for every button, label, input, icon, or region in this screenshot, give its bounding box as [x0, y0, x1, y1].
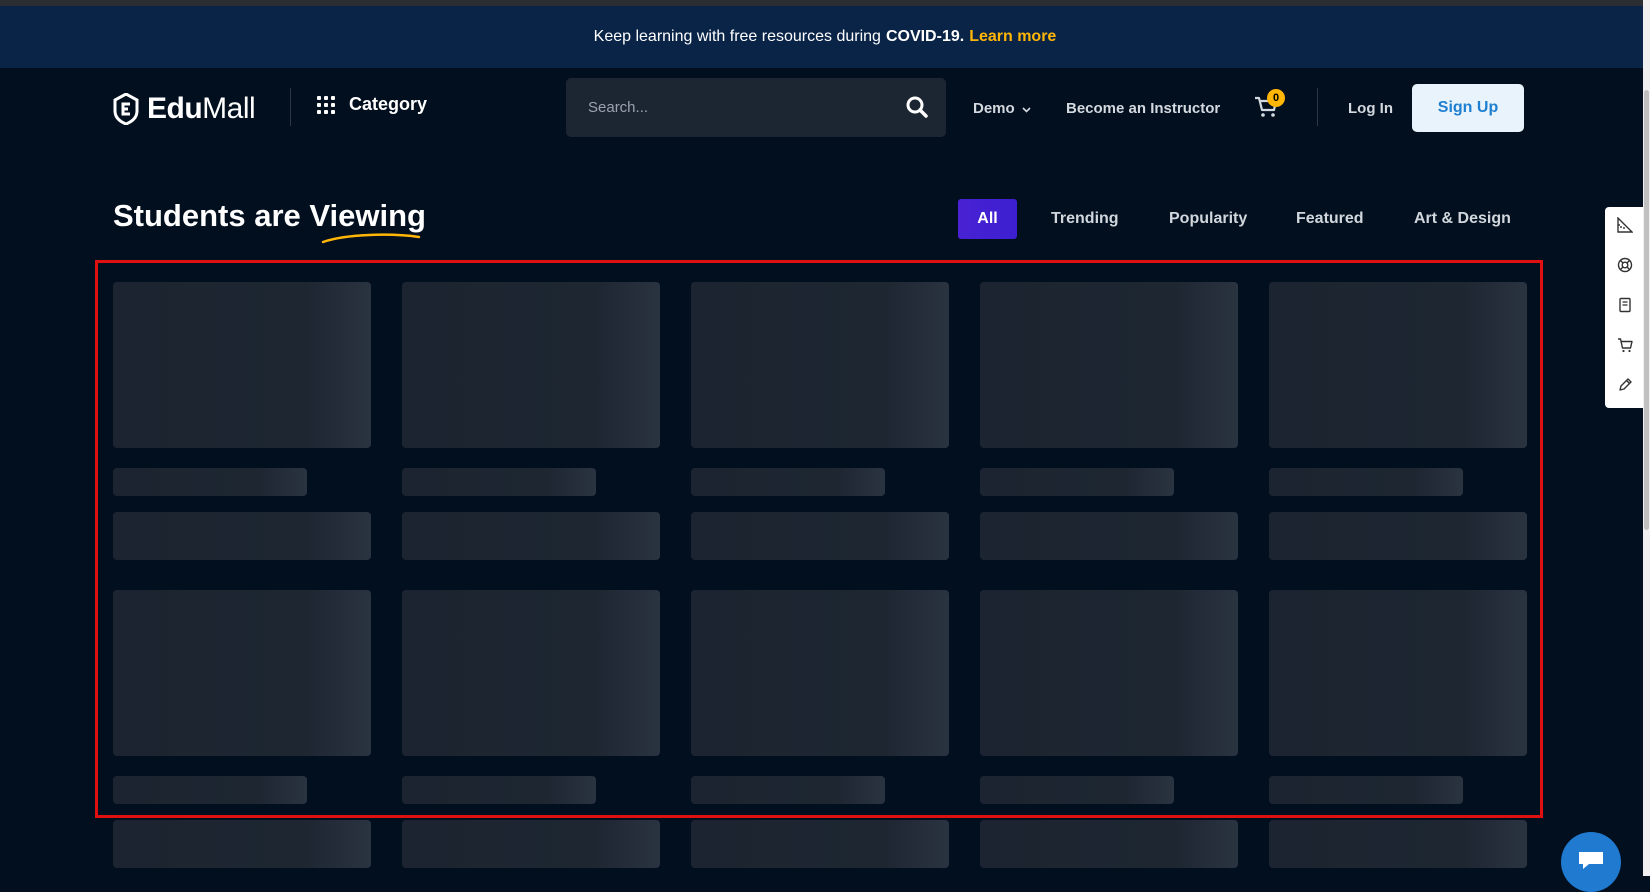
course-card-thumbnail-placeholder: [691, 820, 949, 868]
cart-count-badge: 0: [1267, 89, 1285, 107]
course-card-title-placeholder: [691, 776, 885, 804]
search-icon[interactable]: [906, 96, 928, 123]
category-label: Category: [349, 94, 428, 114]
course-card-title-placeholder: [1269, 468, 1463, 496]
chat-button[interactable]: [1561, 832, 1621, 892]
dropper-icon[interactable]: [1617, 377, 1633, 393]
logo[interactable]: EduMall: [113, 92, 256, 126]
tab-all[interactable]: All: [958, 199, 1017, 239]
grid-icon: [317, 95, 335, 114]
course-card-title-placeholder: [402, 468, 596, 496]
course-card-thumbnail-placeholder: [402, 590, 660, 756]
course-card-thumbnail-placeholder: [980, 590, 1238, 756]
scrollbar-thumb[interactable]: [1644, 90, 1649, 530]
demo-label: Demo: [973, 100, 1015, 117]
course-card-thumbnail-placeholder: [980, 282, 1238, 448]
course-card-thumbnail-placeholder: [1269, 590, 1527, 756]
shield-logo-icon: [113, 93, 139, 125]
course-card-meta-placeholder: [1269, 512, 1527, 560]
course-card-thumbnail-placeholder: [1269, 282, 1527, 448]
support-icon[interactable]: [1617, 257, 1633, 273]
floating-toolbar: [1605, 207, 1645, 408]
search-box: [566, 78, 946, 137]
category-menu[interactable]: Category: [317, 94, 427, 115]
course-card-title-placeholder: [113, 776, 307, 804]
signup-button[interactable]: Sign Up: [1412, 84, 1524, 132]
ruler-icon[interactable]: [1617, 216, 1634, 233]
tab-featured[interactable]: Featured: [1296, 199, 1364, 239]
logo-text-rest: Mall: [202, 92, 256, 125]
course-card-title-placeholder: [113, 468, 307, 496]
tab-trending[interactable]: Trending: [1051, 199, 1119, 239]
course-card-thumbnail-placeholder: [113, 282, 371, 448]
course-card-meta-placeholder: [113, 512, 371, 560]
promo-bold: COVID-19.: [885, 28, 965, 45]
logo-text: EduMall: [147, 92, 256, 126]
tab-popularity[interactable]: Popularity: [1169, 199, 1247, 239]
course-card-thumbnail-placeholder: [1269, 820, 1527, 868]
course-card-thumbnail-placeholder: [402, 820, 660, 868]
course-card-thumbnail-placeholder: [691, 282, 949, 448]
course-card-thumbnail-placeholder: [113, 590, 371, 756]
chevron-down-icon: [1022, 107, 1031, 113]
search-input[interactable]: [586, 98, 890, 117]
course-card-thumbnail-placeholder: [691, 590, 949, 756]
course-card-title-placeholder: [402, 776, 596, 804]
course-card-thumbnail-placeholder: [980, 820, 1238, 868]
book-icon[interactable]: [1617, 297, 1633, 313]
course-card-meta-placeholder: [980, 512, 1238, 560]
become-instructor-link[interactable]: Become an Instructor: [1066, 100, 1220, 117]
promo-text: Keep learning with free resources during: [593, 28, 881, 45]
course-card-meta-placeholder: [691, 512, 949, 560]
course-card-meta-placeholder: [402, 512, 660, 560]
logo-text-bold: Edu: [147, 92, 203, 125]
learn-more-link[interactable]: Learn more: [969, 28, 1056, 46]
course-card-thumbnail-placeholder: [113, 820, 371, 868]
site-header: EduMall Category Demo Become an Instruct…: [0, 68, 1650, 148]
course-card-title-placeholder: [1269, 776, 1463, 804]
page-scrollbar[interactable]: [1643, 0, 1650, 876]
chat-bubble-icon: [1579, 852, 1603, 869]
login-link[interactable]: Log In: [1348, 100, 1393, 117]
course-card-title-placeholder: [980, 776, 1174, 804]
header-divider-2: [1317, 88, 1318, 126]
filter-tabs: All Trending Popularity Featured Art & D…: [0, 199, 1650, 239]
tab-art-design[interactable]: Art & Design: [1414, 199, 1511, 239]
header-divider: [290, 88, 291, 126]
course-card-thumbnail-placeholder: [402, 282, 660, 448]
cart-icon[interactable]: [1617, 337, 1633, 353]
course-card-title-placeholder: [691, 468, 885, 496]
demo-menu[interactable]: Demo: [973, 100, 1031, 117]
course-card-title-placeholder: [980, 468, 1174, 496]
promo-banner: Keep learning with free resources during…: [0, 6, 1650, 68]
